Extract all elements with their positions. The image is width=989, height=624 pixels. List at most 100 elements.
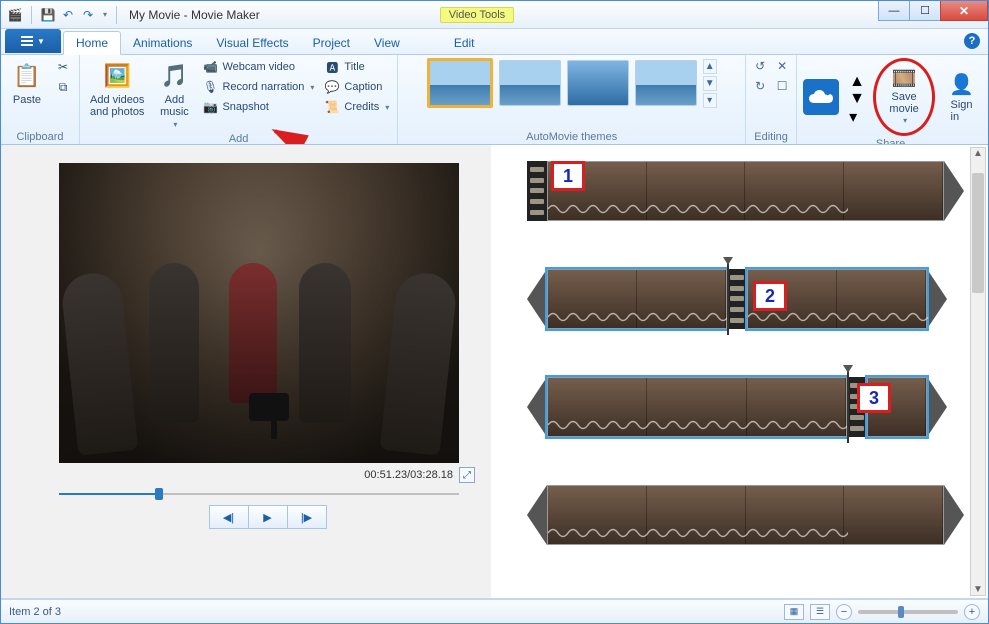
play-button[interactable]: ▶ [248,505,288,529]
redo-icon[interactable]: ↷ [80,7,96,23]
timeline-clip[interactable] [527,485,964,545]
mic-icon: 🎙 [202,79,218,95]
timeline-clip[interactable]: 2 [527,269,964,329]
vertical-scrollbar[interactable]: ▲▼ [970,147,986,596]
title-icon: 🅰 [324,59,340,75]
caption-label: Caption [344,81,382,93]
timeline-pane: ▲▼ 1 [491,145,988,598]
menu-icon [21,36,33,46]
view-details[interactable]: ☰ [810,604,830,620]
credits-label: Credits [344,101,379,113]
tab-home[interactable]: Home [63,31,121,55]
group-themes: ▲ ▼ ▾ AutoMovie themes [398,55,746,144]
clipboard-icon: 📋 [11,60,43,92]
contextual-tab-label: Video Tools [440,7,514,23]
cut-button[interactable]: ✂ [53,58,73,76]
record-narration-button[interactable]: 🎙 Record narration [200,78,316,96]
narration-label: Record narration [222,81,304,93]
status-item-count: Item 2 of 3 [9,606,61,618]
delete-icon[interactable]: ✕ [774,58,790,74]
annotation-marker-3: 3 [857,383,891,413]
playhead[interactable] [727,263,729,335]
save-movie-label: Save movie [889,92,918,115]
sign-in-button[interactable]: 👤 Sign in [945,68,978,127]
theme-1[interactable] [427,58,493,108]
tab-animations[interactable]: Animations [121,32,204,54]
group-label: Add [86,131,391,145]
user-icon: 👤 [949,72,974,97]
title-label: Title [344,61,364,73]
prev-frame-button[interactable]: ◀| [209,505,249,529]
theme-4[interactable] [635,60,697,106]
seek-bar[interactable] [59,491,459,497]
scissors-icon: ✂ [55,59,71,75]
audio-waveform [548,524,848,542]
paste-button[interactable]: 📋 Paste [7,58,47,108]
onedrive-button[interactable] [803,79,839,115]
snapshot-icon: 📷 [202,99,218,115]
add-videos-photos-button[interactable]: 🖼️ Add videos and photos [86,58,148,120]
share-up[interactable]: ▲ [849,73,863,88]
webcam-video-button[interactable]: 📹Webcam video [200,58,316,76]
theme-2[interactable] [499,60,561,106]
undo-icon[interactable]: ↶ [60,7,76,23]
share-more[interactable]: ▾ [849,107,863,122]
caption-button[interactable]: 💬 Caption [322,78,391,96]
group-share: ▲ ▼ ▾ 🎞️ Save movie 👤 Sign in Share [797,55,988,144]
zoom-in-button[interactable]: + [964,604,980,620]
preview-pane: 00:51.23/03:28.18 ⤢ ◀| ▶ |▶ [1,145,491,598]
share-down[interactable]: ▼ [849,90,863,105]
main-area: 00:51.23/03:28.18 ⤢ ◀| ▶ |▶ ▲▼ [1,145,988,599]
timeline-clip[interactable]: 3 [527,377,964,437]
zoom-slider[interactable] [858,610,958,614]
status-bar: Item 2 of 3 ▦ ☰ − + [1,599,988,623]
select-all-icon[interactable]: ☐ [774,78,790,94]
view-thumbnails[interactable]: ▦ [784,604,804,620]
time-display: 00:51.23/03:28.18 [364,469,453,481]
themes-down[interactable]: ▼ [703,76,717,91]
theme-3[interactable] [567,60,629,106]
copy-button[interactable]: ⧉ [53,78,73,96]
save-icon[interactable]: 💾 [40,7,56,23]
rotate-right-icon[interactable]: ↻ [752,78,768,94]
group-label: Editing [752,129,790,143]
next-frame-button[interactable]: |▶ [287,505,327,529]
themes-more[interactable]: ▾ [703,93,717,108]
audio-waveform [548,416,848,434]
group-add: 🖼️ Add videos and photos 🎵 Add music 📹We… [80,55,398,144]
file-menu[interactable]: ▼ [5,29,61,53]
close-button[interactable]: ✕ [940,1,988,21]
themes-up[interactable]: ▲ [703,59,717,74]
audio-waveform [548,200,848,218]
tab-project[interactable]: Project [301,32,362,54]
title-button[interactable]: 🅰 Title [322,58,391,76]
add-videos-label: Add videos and photos [90,94,144,118]
group-label: AutoMovie themes [404,129,739,143]
rotate-left-icon[interactable]: ↺ [752,58,768,74]
video-preview[interactable] [59,163,459,463]
group-label: Clipboard [7,129,73,143]
save-movie-button[interactable]: 🎞️ Save movie [885,67,922,127]
tab-visual-effects[interactable]: Visual Effects [204,32,300,54]
quick-access-toolbar: 🎬 💾 ↶ ↷ [1,6,127,24]
ribbon-tabs: ▼ Home Animations Visual Effects Project… [1,29,988,55]
playhead[interactable] [847,371,849,443]
snapshot-button[interactable]: 📷Snapshot [200,98,316,116]
paste-label: Paste [13,94,41,106]
webcam-icon: 📹 [202,59,218,75]
maximize-button[interactable]: ☐ [909,1,941,21]
caption-icon: 💬 [324,79,340,95]
titlebar: 🎬 💾 ↶ ↷ My Movie - Movie Maker Video Too… [1,1,988,29]
credits-button[interactable]: 📜Credits [322,98,391,116]
qat-dropdown[interactable] [100,7,108,23]
copy-icon: ⧉ [55,79,71,95]
zoom-out-button[interactable]: − [836,604,852,620]
fullscreen-button[interactable]: ⤢ [459,467,475,483]
tab-edit[interactable]: Edit [442,32,487,54]
timeline-clip[interactable]: 1 [527,161,964,221]
help-button[interactable]: ? [964,33,980,49]
add-music-button[interactable]: 🎵 Add music [154,58,194,131]
minimize-button[interactable]: — [878,1,910,21]
tab-view[interactable]: View [362,32,412,54]
window-title: My Movie - Movie Maker [127,8,260,22]
